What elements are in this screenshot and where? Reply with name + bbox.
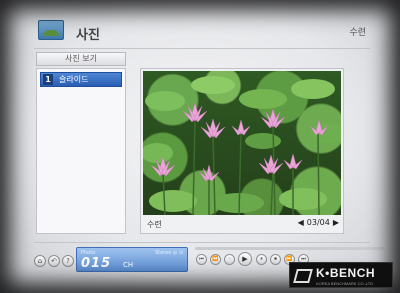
sidebar-item-slideshow[interactable]: 1 슬라이드: [40, 72, 122, 87]
page-title: 사진: [76, 28, 100, 43]
sidebar-menu: 1 슬라이드: [36, 68, 126, 234]
photo-image[interactable]: [143, 71, 341, 215]
header-divider: [34, 48, 370, 49]
pause-icon[interactable]: ⏸: [256, 254, 267, 265]
menu-item-number: 1: [43, 74, 53, 85]
brand-logo-icon: [293, 269, 313, 283]
menu-item-label: 슬라이드: [59, 75, 89, 84]
channel-number: 015: [81, 256, 112, 271]
footer-divider: [34, 242, 370, 243]
photo-viewer: 수련 ◀ 03/04 ▶: [140, 68, 344, 234]
channel-unit: CH: [123, 261, 134, 269]
current-photo-label: 수련: [349, 28, 366, 38]
slow-icon[interactable]: ◦: [224, 254, 235, 265]
play-icon[interactable]: ▶: [238, 252, 252, 266]
tab-photo-view[interactable]: 사진 보기: [36, 52, 126, 66]
playback-progress[interactable]: [195, 247, 385, 250]
back-icon[interactable]: ↶: [48, 255, 60, 267]
next-arrow-icon[interactable]: ▶: [333, 218, 339, 227]
brand-watermark: K•BENCH KOREA BENCHMARK CO.,LTD: [289, 262, 393, 288]
home-icon[interactable]: ⌂: [34, 255, 46, 267]
prev-arrow-icon[interactable]: ◀: [298, 218, 304, 227]
help-icon[interactable]: ?: [62, 255, 74, 267]
page-counter: 03/04: [306, 218, 330, 227]
photo-caption: 수련: [147, 220, 162, 229]
channel-display: Photo 015 CH Stereo ◎ ⊙: [76, 247, 188, 272]
audio-info: Stereo ◎ ⊙: [154, 250, 183, 256]
stop-icon[interactable]: ⏹: [270, 254, 281, 265]
rewind-icon[interactable]: ⏪: [210, 254, 221, 265]
brand-subtitle: KOREA BENCHMARK CO.,LTD: [316, 281, 374, 286]
tv-screen: 사진 수련 사진 보기 1 슬라이드 수련 ◀ 03/04 ▶ ⌂ ↶ ? Ph…: [0, 0, 400, 293]
water-lily-photo: [143, 76, 341, 215]
lily-pads: [143, 76, 341, 213]
page-navigation: ◀ 03/04 ▶: [298, 218, 339, 227]
photo-app-icon: [38, 20, 64, 40]
skip-back-icon[interactable]: ⏮: [196, 254, 207, 265]
brand-name: K•BENCH: [316, 266, 376, 280]
